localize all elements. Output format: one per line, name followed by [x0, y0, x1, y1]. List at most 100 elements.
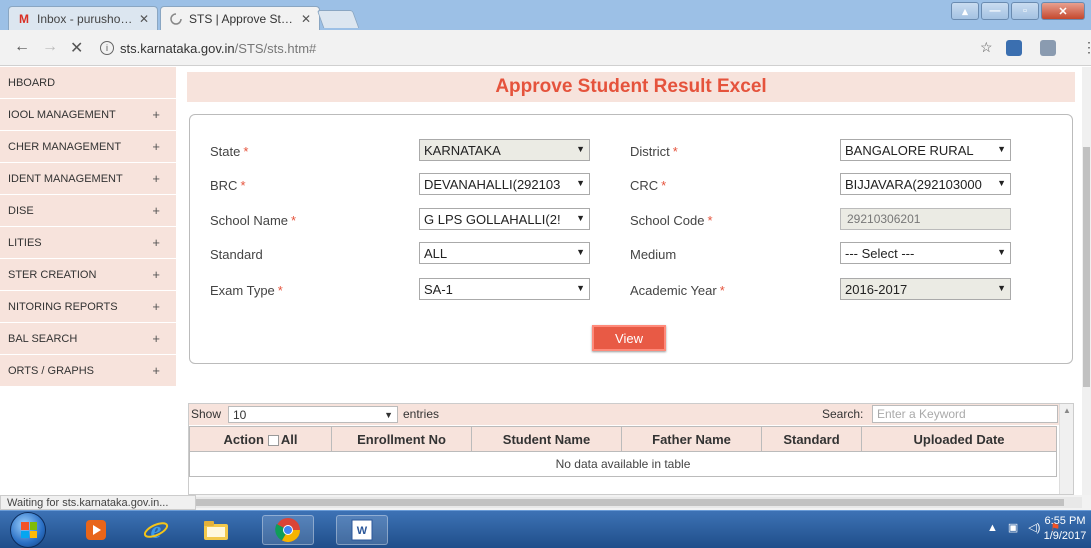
column-header-uploaded-date[interactable]: Uploaded Date — [861, 426, 1057, 452]
sidebar-item-dashboard[interactable]: HBOARD — [0, 67, 176, 99]
results-table-container: Show 10 ▼ entries Search: Enter a Keyword… — [188, 403, 1074, 495]
back-icon[interactable]: ← — [14, 38, 30, 56]
expand-icon[interactable]: + — [152, 235, 160, 250]
expand-icon[interactable]: + — [152, 267, 160, 282]
sidebar-item-school-management[interactable]: IOOL MANAGEMENT + — [0, 99, 176, 131]
medium-select[interactable]: --- Select --- ▼ — [840, 242, 1011, 264]
show-hidden-icons[interactable]: ▲ — [987, 522, 998, 534]
sidebar-item-label: HBOARD — [8, 76, 56, 89]
empty-table-message: No data available in table — [189, 451, 1057, 477]
academic-year-label: Academic Year * — [630, 283, 725, 298]
sidebar-item-master-creation[interactable]: STER CREATION + — [0, 259, 176, 291]
taskbar-clock[interactable]: 6:55 PM 1/9/2017 — [1040, 514, 1090, 544]
close-icon[interactable]: ✕ — [301, 12, 311, 26]
sidebar-item-label: DISE — [8, 204, 34, 217]
menu-icon[interactable]: ⋮ — [1082, 39, 1091, 56]
address-bar-row: ← → ✕ i sts.karnataka.gov.in/STS/sts.htm… — [0, 30, 1091, 66]
bookmark-star-icon[interactable]: ☆ — [980, 39, 993, 56]
stop-icon[interactable]: ✕ — [70, 38, 83, 58]
brc-label: BRC * — [210, 178, 246, 193]
sidebar-item-global-search[interactable]: BAL SEARCH + — [0, 323, 176, 355]
exam-type-select[interactable]: SA-1 ▼ — [419, 278, 590, 300]
volume-icon[interactable]: ◁) — [1028, 521, 1040, 534]
gmail-icon: M — [19, 11, 29, 26]
user-icon[interactable]: ▴ — [951, 2, 979, 20]
expand-icon[interactable]: + — [152, 299, 160, 314]
expand-icon[interactable]: + — [152, 331, 160, 346]
chevron-down-icon: ▼ — [576, 247, 585, 257]
sidebar-item-label: ORTS / GRAPHS — [8, 364, 94, 377]
column-header-enrollment-no[interactable]: Enrollment No — [331, 426, 472, 452]
browser-tab-bar: M Inbox - purushothamaku ✕ STS | Approve… — [0, 0, 1091, 30]
results-table: Action All Enrollment No Student Name Fat… — [189, 426, 1057, 477]
sidebar: HBOARD IOOL MANAGEMENT + CHER MANAGEMENT +… — [0, 67, 176, 387]
start-button[interactable] — [10, 512, 46, 548]
column-header-action[interactable]: Action All — [189, 426, 332, 452]
expand-icon[interactable]: + — [152, 107, 160, 122]
column-header-standard[interactable]: Standard — [761, 426, 862, 452]
forward-icon[interactable]: → — [42, 38, 58, 56]
standard-select[interactable]: ALL ▼ — [419, 242, 590, 264]
extension-icon[interactable] — [1040, 40, 1056, 56]
sidebar-item-monitoring-reports[interactable]: NITORING REPORTS + — [0, 291, 176, 323]
page-title: Approve Student Result Excel — [495, 76, 767, 97]
file-explorer-icon[interactable] — [190, 515, 242, 545]
page-scrollbar[interactable] — [1082, 67, 1091, 495]
internet-explorer-icon[interactable]: e — [130, 515, 182, 545]
chrome-icon[interactable] — [262, 515, 314, 545]
close-window-button[interactable]: ✕ — [1041, 2, 1085, 20]
maximize-button[interactable]: ▫ — [1011, 2, 1039, 20]
chevron-down-icon: ▼ — [576, 144, 585, 154]
extension-icon[interactable] — [1006, 40, 1022, 56]
crc-select[interactable]: BIJJAVARA(292103000 ▼ — [840, 173, 1011, 195]
browser-tab-gmail[interactable]: M Inbox - purushothamaku ✕ — [8, 6, 158, 30]
word-icon[interactable]: W — [336, 515, 388, 545]
select-all-checkbox[interactable] — [267, 434, 279, 446]
page-length-select[interactable]: 10 ▼ — [228, 406, 398, 423]
brc-select[interactable]: DEVANAHALLI(292103 ▼ — [419, 173, 590, 195]
page-content: HBOARD IOOL MANAGEMENT + CHER MANAGEMENT +… — [0, 67, 1082, 495]
media-player-icon[interactable] — [70, 515, 122, 545]
sidebar-item-teacher-management[interactable]: CHER MANAGEMENT + — [0, 131, 176, 163]
state-select[interactable]: KARNATAKA ▼ — [419, 139, 590, 161]
search-input[interactable]: Enter a Keyword — [872, 405, 1058, 423]
sidebar-item-student-management[interactable]: IDENT MANAGEMENT + — [0, 163, 176, 195]
table-row: No data available in table — [189, 451, 1057, 477]
school-name-label: School Name * — [210, 213, 297, 228]
column-header-student-name[interactable]: Student Name — [471, 426, 622, 452]
scrollbar-thumb[interactable] — [196, 499, 1064, 506]
loading-icon — [169, 12, 183, 26]
browser-tab-sts[interactable]: STS | Approve Student Re ✕ — [160, 6, 320, 30]
view-button[interactable]: View — [592, 325, 666, 351]
academic-year-select[interactable]: 2016-2017 ▼ — [840, 278, 1011, 300]
expand-icon[interactable]: + — [152, 139, 160, 154]
sidebar-item-facilities[interactable]: LITIES + — [0, 227, 176, 259]
district-label: District * — [630, 144, 678, 159]
column-header-father-name[interactable]: Father Name — [621, 426, 762, 452]
horizontal-scrollbar[interactable] — [196, 497, 1082, 508]
windows-logo-icon — [21, 522, 37, 538]
expand-icon[interactable]: + — [152, 171, 160, 186]
new-tab-button[interactable] — [316, 10, 360, 28]
minimize-button[interactable]: — — [981, 2, 1009, 20]
sidebar-item-reports-graphs[interactable]: ORTS / GRAPHS + — [0, 355, 176, 387]
scrollbar-thumb[interactable] — [1083, 147, 1090, 387]
table-scrollbar[interactable]: ▲ — [1059, 404, 1073, 494]
chevron-down-icon: ▼ — [997, 283, 1006, 293]
close-icon[interactable]: ✕ — [139, 12, 149, 26]
search-label: Search: — [822, 407, 864, 421]
expand-icon[interactable]: + — [152, 203, 160, 218]
sidebar-item-udise[interactable]: DISE + — [0, 195, 176, 227]
svg-text:W: W — [357, 525, 368, 537]
exam-type-label: Exam Type * — [210, 283, 283, 298]
school-name-select[interactable]: G LPS GOLLAHALLI(2! ▼ — [419, 208, 590, 230]
scroll-up-icon[interactable]: ▲ — [1063, 406, 1071, 415]
network-icon[interactable]: ▣ — [1008, 521, 1018, 534]
sidebar-item-label: CHER MANAGEMENT — [8, 140, 122, 153]
district-select[interactable]: BANGALORE RURAL ▼ — [840, 139, 1011, 161]
sidebar-item-label: IDENT MANAGEMENT — [8, 172, 123, 185]
chevron-down-icon: ▼ — [576, 178, 585, 188]
expand-icon[interactable]: + — [152, 363, 160, 378]
url-field[interactable]: i sts.karnataka.gov.in/STS/sts.htm# — [100, 37, 1010, 59]
info-icon[interactable]: i — [100, 41, 114, 55]
